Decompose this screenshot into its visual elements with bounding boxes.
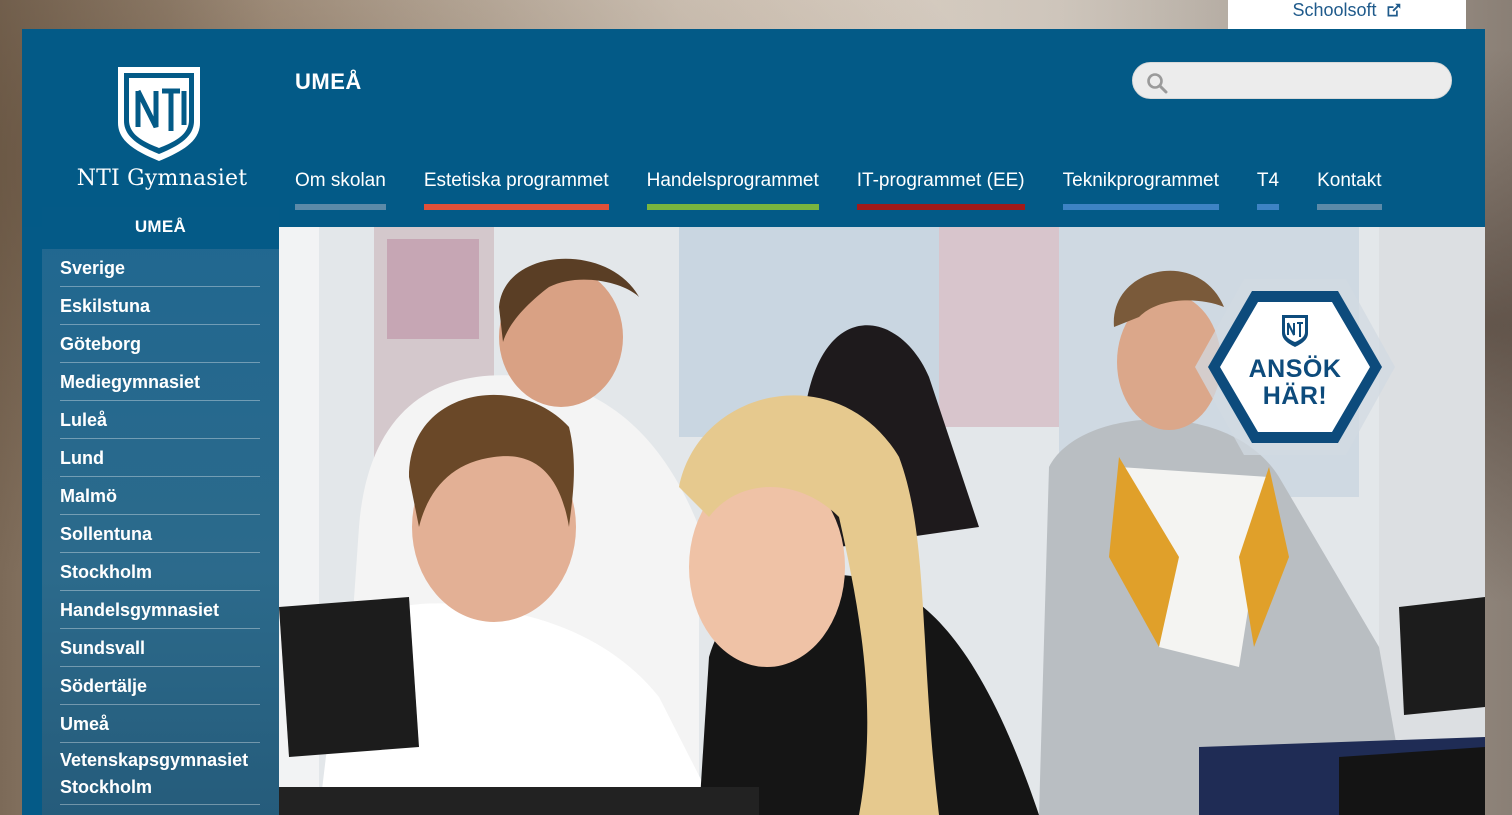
- nav-teknikprogrammet[interactable]: Teknikprogrammet: [1062, 170, 1219, 210]
- nav-t4[interactable]: T4: [1256, 170, 1280, 210]
- sidebar-item-sollentuna[interactable]: Sollentuna: [60, 515, 260, 553]
- logo-text: NTI Gymnasiet: [76, 166, 248, 191]
- apply-here-text: ANSÖK HÄR!: [1194, 356, 1396, 410]
- sidebar-item-lund[interactable]: Lund: [60, 439, 260, 477]
- nav-estetiska-programmet[interactable]: Estetiska programmet: [423, 170, 609, 210]
- school-sidebar: UMEÅ Sverige Eskilstuna Göteborg Mediegy…: [42, 207, 279, 815]
- apply-line-1: ANSÖK: [1248, 355, 1342, 383]
- nav-om-skolan[interactable]: Om skolan: [295, 170, 386, 210]
- page-title: UMEÅ: [295, 69, 362, 94]
- sidebar-item-sverige[interactable]: Sverige: [60, 249, 260, 287]
- nav-handelsprogrammet[interactable]: Handelsprogrammet: [646, 170, 819, 210]
- nti-shield-icon: [118, 67, 200, 161]
- nav-kontakt[interactable]: Kontakt: [1317, 170, 1382, 210]
- sidebar-heading: UMEÅ: [42, 207, 279, 249]
- sidebar-item-eskilstuna[interactable]: Eskilstuna: [60, 287, 260, 325]
- sidebar-item-sundsvall[interactable]: Sundsvall: [60, 629, 260, 667]
- sidebar-item-malmo[interactable]: Malmö: [60, 477, 260, 515]
- schoolsoft-link[interactable]: Schoolsoft: [1228, 0, 1466, 29]
- sidebar-item-mediegymnasiet[interactable]: Mediegymnasiet: [60, 363, 260, 401]
- sidebar-item-vetenskapsgymnasiet[interactable]: Vetenskapsgymnasiet Stockholm: [60, 743, 260, 805]
- sidebar-item-handelsgymnasiet[interactable]: Handelsgymnasiet: [60, 591, 260, 629]
- external-link-icon: [1387, 3, 1400, 17]
- sidebar-item-lulea[interactable]: Luleå: [60, 401, 260, 439]
- nti-logo-link[interactable]: NTI Gymnasiet: [62, 65, 262, 200]
- main-nav: Om skolan Estetiska programmet Handelspr…: [295, 170, 1382, 210]
- apply-line-2: HÄR!: [1262, 382, 1328, 410]
- apply-here-badge[interactable]: ANSÖK HÄR!: [1194, 277, 1396, 457]
- school-list: Sverige Eskilstuna Göteborg Mediegymnasi…: [42, 249, 279, 805]
- sidebar-item-umea[interactable]: Umeå: [60, 705, 260, 743]
- sidebar-item-stockholm[interactable]: Stockholm: [60, 553, 260, 591]
- search-box[interactable]: [1132, 62, 1452, 99]
- search-input[interactable]: [1179, 67, 1441, 95]
- site-container: NTI Gymnasiet UMEÅ Om skolan Estetiska p…: [22, 29, 1485, 815]
- sidebar-item-goteborg[interactable]: Göteborg: [60, 325, 260, 363]
- schoolsoft-label: Schoolsoft: [1292, 0, 1377, 20]
- search-icon: [1147, 73, 1168, 94]
- hero-image: ANSÖK HÄR!: [279, 227, 1485, 815]
- nav-it-programmet[interactable]: IT-programmet (EE): [856, 170, 1025, 210]
- sidebar-item-sodertalje[interactable]: Södertälje: [60, 667, 260, 705]
- site-header: NTI Gymnasiet UMEÅ Om skolan Estetiska p…: [22, 29, 1485, 227]
